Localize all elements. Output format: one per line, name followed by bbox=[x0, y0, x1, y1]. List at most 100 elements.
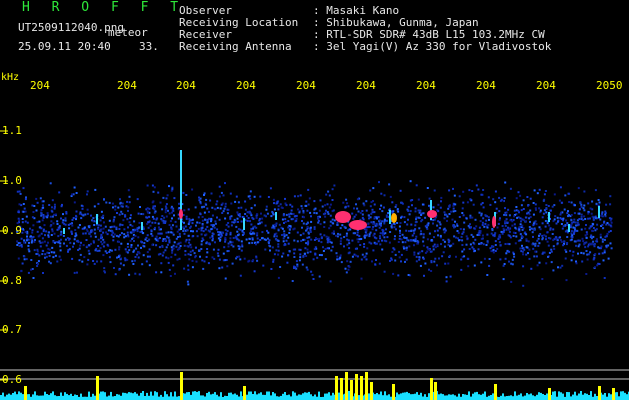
activity-bar bbox=[0, 395, 2, 400]
activity-bar bbox=[210, 394, 212, 400]
activity-bar bbox=[516, 395, 518, 400]
activity-bar bbox=[608, 393, 610, 400]
activity-spike bbox=[494, 384, 497, 400]
activity-bar bbox=[480, 394, 482, 400]
time-tick: 204 bbox=[356, 79, 376, 92]
activity-bar bbox=[420, 392, 422, 400]
activity-bar bbox=[584, 393, 586, 400]
activity-bar bbox=[140, 392, 142, 400]
meteor-echo bbox=[548, 212, 550, 222]
activity-bar bbox=[438, 394, 440, 400]
activity-bar bbox=[266, 391, 268, 400]
activity-bar bbox=[40, 395, 42, 400]
activity-bar bbox=[136, 393, 138, 400]
activity-spike bbox=[430, 378, 433, 400]
activity-bar bbox=[168, 396, 170, 400]
activity-bar bbox=[14, 391, 16, 400]
activity-bar bbox=[536, 394, 538, 400]
activity-bar bbox=[282, 393, 284, 400]
activity-bar bbox=[42, 395, 44, 400]
activity-bar bbox=[324, 393, 326, 400]
activity-bar bbox=[124, 392, 126, 400]
activity-bar bbox=[408, 393, 410, 400]
activity-bar bbox=[458, 393, 460, 400]
activity-bar bbox=[568, 392, 570, 400]
activity-bar bbox=[622, 391, 624, 400]
antenna-label: Receiving Antenna bbox=[179, 40, 292, 53]
activity-spike bbox=[355, 374, 358, 400]
activity-bar bbox=[184, 393, 186, 400]
activity-bar bbox=[472, 393, 474, 400]
activity-bar bbox=[164, 391, 166, 400]
activity-bar bbox=[100, 391, 102, 400]
freq-tick: 1.0 bbox=[2, 174, 22, 187]
time-tick: 204 bbox=[236, 79, 256, 92]
activity-spike bbox=[370, 382, 373, 400]
activity-bar bbox=[16, 394, 18, 400]
activity-bar bbox=[428, 393, 430, 400]
activity-spike bbox=[180, 372, 183, 400]
activity-bar bbox=[582, 394, 584, 400]
activity-bar bbox=[422, 396, 424, 400]
activity-bar bbox=[520, 393, 522, 400]
activity-bar bbox=[572, 394, 574, 400]
activity-bar bbox=[108, 395, 110, 400]
activity-bar bbox=[22, 394, 24, 400]
activity-spike bbox=[350, 380, 353, 400]
activity-bar bbox=[574, 391, 576, 400]
receiver-label: Receiver bbox=[179, 28, 232, 41]
activity-bar bbox=[80, 393, 82, 400]
time-tick: 204 bbox=[117, 79, 137, 92]
activity-spike bbox=[243, 386, 246, 400]
activity-bar bbox=[308, 391, 310, 400]
time-tick: 204 bbox=[476, 79, 496, 92]
activity-bar bbox=[6, 394, 8, 400]
antenna-value: : 3el Yagi(V) Az 330 for Vladivostok bbox=[313, 40, 552, 53]
activity-spike bbox=[360, 376, 363, 400]
activity-bar bbox=[444, 395, 446, 400]
activity-bar bbox=[378, 394, 380, 400]
activity-bar bbox=[218, 396, 220, 400]
freq-tick: 0.6 bbox=[2, 373, 22, 386]
activity-bar bbox=[604, 393, 606, 400]
activity-bar bbox=[502, 393, 504, 400]
activity-bar bbox=[172, 396, 174, 400]
activity-bar bbox=[380, 391, 382, 400]
activity-bar bbox=[88, 391, 90, 400]
activity-bar bbox=[154, 391, 156, 400]
activity-bar bbox=[104, 392, 106, 400]
app-title: H R O F F T bbox=[22, 0, 186, 15]
activity-bar bbox=[328, 392, 330, 400]
activity-bar bbox=[476, 391, 478, 400]
activity-bar bbox=[464, 394, 466, 400]
activity-bar bbox=[348, 391, 350, 400]
activity-spike bbox=[340, 378, 343, 400]
activity-bar bbox=[294, 392, 296, 400]
activity-bar bbox=[474, 392, 476, 400]
unit-label: kHz bbox=[1, 72, 20, 83]
noise-band bbox=[16, 180, 613, 287]
activity-bar bbox=[504, 396, 506, 400]
hrofft-window: H R O F F T UT2509112040.png meteor 25.0… bbox=[0, 0, 629, 400]
activity-bar bbox=[532, 395, 534, 400]
activity-bar bbox=[514, 391, 516, 400]
activity-bar bbox=[54, 395, 56, 400]
activity-bar bbox=[68, 395, 70, 400]
activity-bar bbox=[214, 392, 216, 400]
activity-bar bbox=[8, 393, 10, 400]
activity-bar bbox=[174, 391, 176, 400]
meteor-echo bbox=[243, 218, 245, 230]
activity-bar bbox=[228, 392, 230, 400]
activity-bar bbox=[202, 395, 204, 400]
activity-bar bbox=[156, 392, 158, 400]
activity-bar bbox=[530, 393, 532, 400]
activity-bar bbox=[246, 394, 248, 400]
activity-bar bbox=[236, 394, 238, 400]
activity-bar bbox=[400, 393, 402, 400]
activity-bar bbox=[160, 394, 162, 400]
activity-bar bbox=[552, 391, 554, 400]
activity-bar bbox=[596, 396, 598, 400]
activity-bar bbox=[120, 395, 122, 400]
activity-bar bbox=[396, 392, 398, 400]
activity-bar bbox=[558, 391, 560, 400]
